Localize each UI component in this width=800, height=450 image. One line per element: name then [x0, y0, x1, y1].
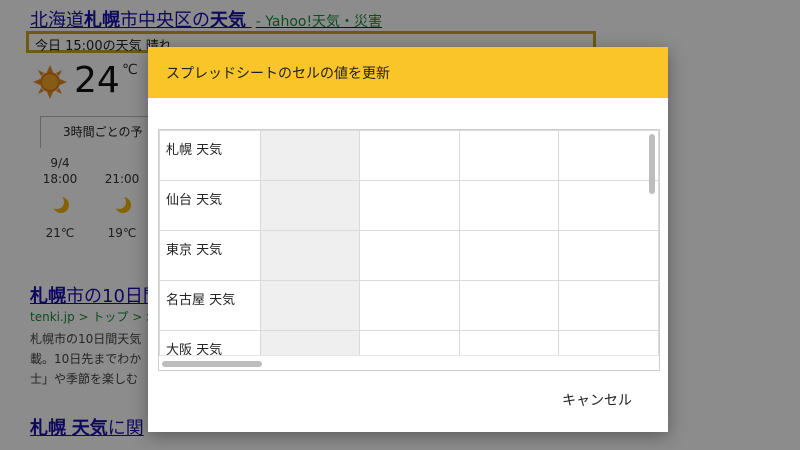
row-label-cell[interactable]: 札幌 天気 [159, 130, 261, 181]
table-row: 名古屋 天気 [159, 280, 659, 331]
cancel-button[interactable]: キャンセル [556, 386, 638, 414]
grid-cell[interactable] [359, 280, 460, 331]
grid-cell[interactable] [458, 180, 560, 231]
table-row: 東京 天気 [159, 230, 659, 281]
grid-cell[interactable] [558, 130, 659, 181]
grid-cell[interactable] [558, 180, 659, 231]
row-label-cell[interactable]: 名古屋 天気 [159, 280, 261, 331]
grid-cell[interactable] [259, 280, 361, 331]
grid-cell[interactable] [458, 130, 560, 181]
grid-cell[interactable] [458, 230, 560, 281]
grid-cell[interactable] [558, 280, 659, 331]
grid-cell[interactable] [259, 130, 361, 181]
vertical-scrollbar[interactable] [649, 134, 655, 194]
table-row: 札幌 天気 [159, 130, 659, 181]
spreadsheet-grid: 札幌 天気 仙台 天気 東京 天気 名古屋 天気 大阪 天気 [158, 129, 660, 371]
row-label-cell[interactable]: 東京 天気 [159, 230, 261, 281]
grid-cell[interactable] [458, 280, 560, 331]
dialog-title: スプレッドシートのセルの値を更新 [148, 47, 668, 98]
grid-cell[interactable] [259, 180, 361, 231]
grid-cell[interactable] [259, 230, 361, 281]
row-label-cell[interactable]: 仙台 天気 [159, 180, 261, 231]
horizontal-scrollbar-track [159, 355, 659, 370]
grid-cell[interactable] [359, 130, 460, 181]
update-cell-dialog: スプレッドシートのセルの値を更新 札幌 天気 仙台 天気 東京 天気 名古屋 天… [148, 47, 668, 432]
table-row: 仙台 天気 [159, 180, 659, 231]
horizontal-scrollbar[interactable] [162, 361, 262, 367]
cell-table: 札幌 天気 仙台 天気 東京 天気 名古屋 天気 大阪 天気 [159, 130, 659, 370]
grid-cell[interactable] [558, 230, 659, 281]
grid-cell[interactable] [359, 180, 460, 231]
grid-cell[interactable] [359, 230, 460, 281]
